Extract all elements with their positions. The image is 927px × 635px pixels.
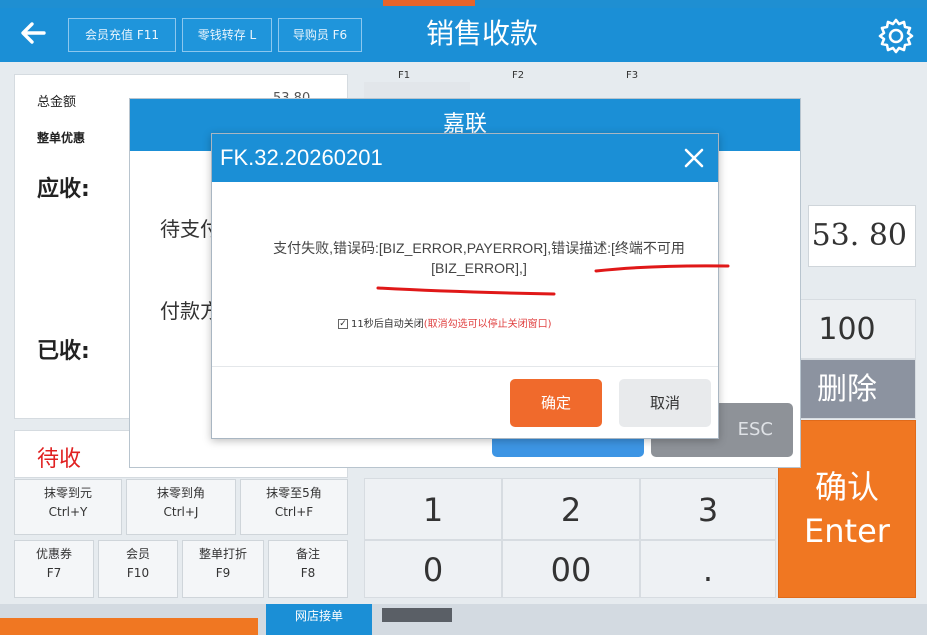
- annotation-underline: [376, 286, 556, 296]
- annotation-underlines: [376, 264, 730, 296]
- annotation-underline: [594, 264, 730, 273]
- sales-checkout-screen: 会员充值 F11 零钱转存 L 导购员 F6 销售收款 总金额 53.80 整单…: [0, 0, 927, 635]
